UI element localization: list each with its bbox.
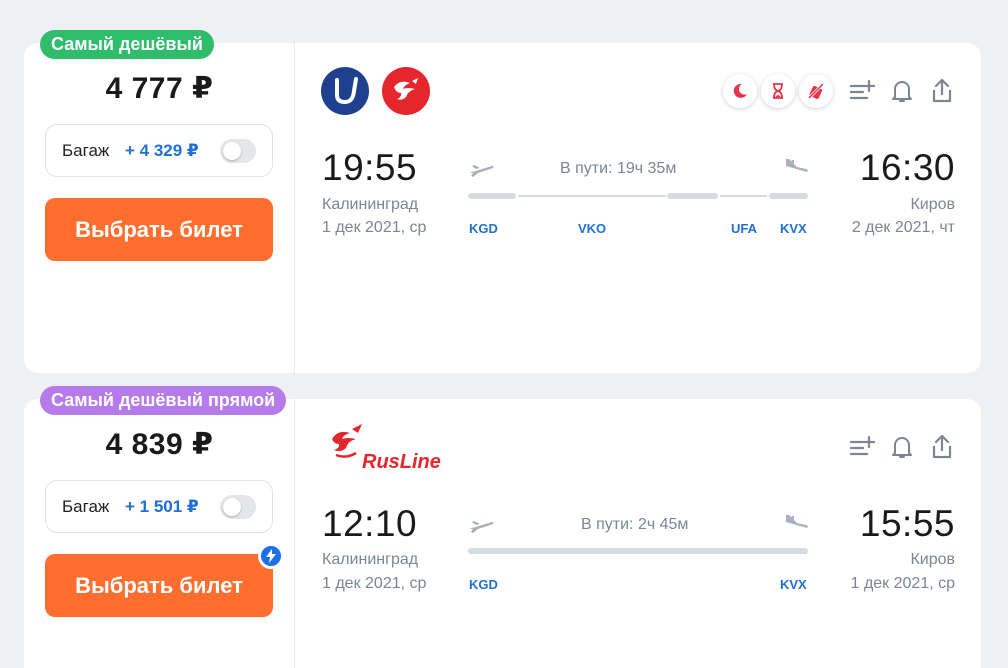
airport-code-destination: KVX bbox=[780, 221, 807, 236]
segment-bar bbox=[468, 548, 808, 554]
baggage-price: + 4 329 ₽ bbox=[125, 141, 199, 160]
departure-city: Калининград bbox=[322, 196, 419, 213]
bell-icon[interactable] bbox=[889, 433, 915, 461]
arrival-date: 1 дек 2021, ср bbox=[850, 575, 955, 592]
card-actions bbox=[849, 77, 955, 105]
baggage-toggle[interactable] bbox=[220, 495, 256, 519]
add-to-list-icon[interactable] bbox=[849, 433, 875, 461]
landing-plane-icon bbox=[786, 159, 808, 172]
arrival-date: 2 дек 2021, чт bbox=[851, 219, 955, 236]
buy-ticket-label: Выбрать билет bbox=[75, 573, 243, 598]
baggage-toggle[interactable] bbox=[220, 139, 256, 163]
utair-logo-icon bbox=[321, 67, 369, 115]
rusline-logo-icon bbox=[382, 67, 430, 115]
moon-icon[interactable] bbox=[723, 74, 757, 108]
takeoff-plane-icon bbox=[469, 521, 494, 533]
share-icon[interactable] bbox=[929, 433, 955, 461]
card-actions bbox=[849, 433, 955, 461]
arrival-time: 15:55 bbox=[859, 503, 955, 544]
flight-details: RusLine 12:10 Калининград 1 дек 2021, ср… bbox=[296, 399, 981, 668]
segment-bar bbox=[769, 193, 808, 199]
lightning-icon bbox=[258, 543, 284, 569]
add-to-list-icon[interactable] bbox=[849, 77, 875, 105]
bell-icon[interactable] bbox=[889, 77, 915, 105]
ticket-card[interactable]: Самый дешёвый прямой 4 839 ₽ Багаж + 1 5… bbox=[24, 386, 981, 668]
segment-bar bbox=[667, 193, 718, 199]
baggage-label: Багаж bbox=[62, 141, 110, 160]
rusline-logo: RusLine bbox=[328, 421, 448, 473]
baggage-option[interactable]: Багаж + 4 329 ₽ bbox=[45, 124, 273, 177]
share-icon[interactable] bbox=[929, 77, 955, 105]
layover-line bbox=[518, 195, 666, 197]
baggage-price: + 1 501 ₽ bbox=[125, 497, 199, 516]
baggage-option[interactable]: Багаж + 1 501 ₽ bbox=[45, 480, 273, 533]
airport-code-origin: KGD bbox=[469, 577, 498, 592]
takeoff-plane-icon bbox=[469, 165, 494, 177]
arrival-city: Киров bbox=[910, 196, 955, 213]
price-panel: Самый дешёвый прямой 4 839 ₽ Багаж + 1 5… bbox=[24, 386, 295, 668]
airport-code-stop: UFA bbox=[731, 221, 757, 236]
rusline-logo-text: RusLine bbox=[362, 451, 441, 473]
ticket-price: 4 839 ₽ bbox=[105, 428, 214, 461]
flight-details: 19:55 Калининград 1 дек 2021, ср 16:30 К… bbox=[296, 43, 981, 373]
cheapest-badge: Самый дешёвый bbox=[40, 30, 214, 59]
departure-time: 12:10 bbox=[322, 503, 418, 544]
airport-code-stop: VKO bbox=[578, 221, 607, 236]
departure-city: Калининград bbox=[322, 551, 419, 568]
flight-duration: В пути: 19ч 35м bbox=[560, 160, 677, 177]
landing-plane-icon bbox=[786, 515, 808, 528]
luggage-no-icon[interactable] bbox=[799, 74, 833, 108]
arrival-city: Киров bbox=[910, 551, 955, 568]
buy-ticket-button[interactable]: Выбрать билет bbox=[45, 543, 284, 617]
departure-time: 19:55 bbox=[322, 147, 418, 188]
hourglass-icon[interactable] bbox=[761, 74, 795, 108]
airport-code-destination: KVX bbox=[780, 577, 807, 592]
airport-code-origin: KGD bbox=[469, 221, 498, 236]
arrival-time: 16:30 bbox=[859, 147, 955, 188]
departure-date: 1 дек 2021, ср bbox=[322, 575, 427, 592]
layover-line bbox=[720, 195, 767, 197]
departure-date: 1 дек 2021, ср bbox=[322, 219, 427, 236]
segment-bar bbox=[468, 193, 516, 199]
cheapest-direct-badge: Самый дешёвый прямой bbox=[40, 386, 287, 415]
price-panel: Самый дешёвый 4 777 ₽ Багаж + 4 329 ₽ Вы… bbox=[24, 30, 295, 373]
baggage-label: Багаж bbox=[62, 497, 110, 516]
buy-ticket-button[interactable]: Выбрать билет bbox=[45, 198, 273, 261]
ticket-price: 4 777 ₽ bbox=[105, 72, 214, 105]
ticket-card[interactable]: Самый дешёвый 4 777 ₽ Багаж + 4 329 ₽ Вы… bbox=[24, 30, 981, 373]
flight-duration: В пути: 2ч 45м bbox=[581, 516, 689, 533]
